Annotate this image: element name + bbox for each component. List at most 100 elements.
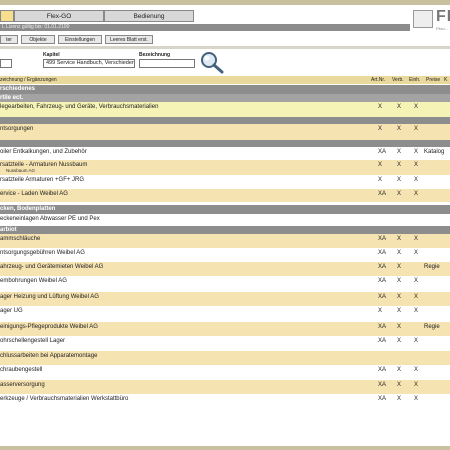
table-row[interactable]: ager UG X X X xyxy=(0,306,450,322)
row-artnr: XA xyxy=(378,396,387,402)
table-row[interactable]: ervice - Laden Weibel AG XA X X xyxy=(0,189,450,202)
row-verb: X xyxy=(397,104,402,110)
row-einh: X xyxy=(414,126,419,132)
table-row[interactable]: ntsorgungen X X X xyxy=(0,124,450,140)
row-einh: X xyxy=(414,236,419,242)
row-artnr: XA xyxy=(378,324,387,330)
row-description: ntsorgungen xyxy=(0,126,34,132)
row-verb: X xyxy=(397,250,402,256)
row-verb: X xyxy=(397,278,402,284)
row-artnr: X xyxy=(378,126,383,132)
tab-flex-go[interactable]: Flex-GO xyxy=(14,10,104,22)
row-description: chraubengestell xyxy=(0,367,43,373)
license-bar: L Lizenz gültig bis: 01.01.2100 xyxy=(0,24,410,31)
row-description: erkzeuge / Verbrauchsmaterialien Werksta… xyxy=(0,396,129,402)
row-artnr: XA xyxy=(378,149,387,155)
kapitel-label: Kapitel xyxy=(43,52,60,58)
bottom-border xyxy=(0,446,450,450)
row-verb: X xyxy=(397,191,402,197)
einstellungen-button[interactable]: Einstellungen xyxy=(58,35,102,44)
row-description: ahrzeug- und Gerätemieten Weibel AG xyxy=(0,264,104,270)
search-icon[interactable] xyxy=(199,50,225,74)
table-row[interactable]: rsatzteile - Armaturen Nussbaum Nussbaum … xyxy=(0,160,450,175)
col-einh[interactable]: Einh. xyxy=(409,77,420,83)
row-artnr: X xyxy=(378,177,383,183)
row-verb: X xyxy=(397,126,402,132)
row-description: cken, Bodenplatten xyxy=(0,206,56,212)
row-description: eckeneinlagen Abwasser PE und Pex xyxy=(0,216,100,222)
row-verb: X xyxy=(397,162,402,168)
row-artnr: XA xyxy=(378,191,387,197)
row-description: einigungs-Pflegeprodukte Weibel AG xyxy=(0,324,98,330)
row-einh: X xyxy=(414,308,419,314)
col-bezeichnung[interactable]: zeichnung / Ergänzungen xyxy=(0,77,57,83)
table-row[interactable]: ntsorgungsgebühren Weibel AG XA X X xyxy=(0,248,450,262)
col-artnr[interactable]: Art.Nr. xyxy=(371,77,385,83)
subbar-divider xyxy=(0,46,450,49)
first-filter-input[interactable] xyxy=(0,59,12,68)
row-verb: X xyxy=(397,324,402,330)
row-artnr: XA xyxy=(378,294,387,300)
row-artnr: XA xyxy=(378,382,387,388)
row-artnr: XA xyxy=(378,236,387,242)
row-einh: X xyxy=(414,177,419,183)
table-row[interactable]: erkzeuge / Verbrauchsmaterialien Werksta… xyxy=(0,394,450,410)
row-description: legearbeiten, Fahrzeug- und Geräte, Verb… xyxy=(0,104,159,110)
table-row[interactable]: ammschläuche XA X X xyxy=(0,234,450,248)
group-header-row: cken, Bodenplatten xyxy=(0,205,450,214)
row-description: ammschläuche xyxy=(0,236,41,242)
row-einh: X xyxy=(414,149,419,155)
row-verb: X xyxy=(397,382,402,388)
table-row[interactable]: oiler Entkalkungen, und Zubehör XA X X Katal… xyxy=(0,147,450,160)
leeres-blatt-button[interactable]: Leeres Blatt erst. xyxy=(105,35,153,44)
row-artnr: X xyxy=(378,162,383,168)
group-header-row: arbiot xyxy=(0,226,450,234)
tab-bedienung[interactable]: Bedienung xyxy=(104,10,194,22)
row-einh: X xyxy=(414,191,419,197)
data-table: rschiedenes rtile ect. legearbeiten, Fahrz… xyxy=(0,85,450,410)
row-description: ager Heizung und Lüftung Weibel AG xyxy=(0,294,99,300)
table-row[interactable]: chlussarbeiten bei Apparatemontage xyxy=(0,351,450,365)
table-row[interactable]: ahrzeug- und Gerätemieten Weibel AG XA X Re… xyxy=(0,262,450,276)
table-row[interactable]: rsatzteile Armaturen +GF+ JRG X X X xyxy=(0,175,450,189)
row-preis: Regie xyxy=(424,324,440,330)
table-row[interactable]: legearbeiten, Fahrzeug- und Geräte, Verb… xyxy=(0,102,450,117)
row-einh: X xyxy=(414,382,419,388)
sub-button-first[interactable]: ter xyxy=(0,35,18,44)
table-row[interactable]: ohrschellengestell Lager XA X X xyxy=(0,336,450,351)
table-row[interactable]: einigungs-Pflegeprodukte Weibel AG XA X Reg… xyxy=(0,322,450,336)
table-row[interactable]: embohrungen Weibel AG XA X X xyxy=(0,276,450,292)
row-note: Nussbaum AG xyxy=(6,168,36,173)
main-tabs: Flex-GO Bedienung xyxy=(0,10,194,22)
kapitel-input[interactable]: 499 Service Handbuch, Verschiedenes xyxy=(43,59,135,68)
bezeichnung-label: Bezeichnung xyxy=(139,52,171,58)
row-description: rschiedenes xyxy=(0,86,36,92)
row-preis: Katalog xyxy=(424,149,445,155)
top-border xyxy=(0,0,450,5)
row-description: rtile ect. xyxy=(0,95,24,101)
table-row[interactable]: eckeneinlagen Abwasser PE und Pex xyxy=(0,214,450,226)
table-row[interactable]: asserversorgung XA X X xyxy=(0,380,450,394)
objekte-button[interactable]: Objekte xyxy=(21,35,55,44)
col-verb[interactable]: Verb. xyxy=(392,77,404,83)
row-artnr: X xyxy=(378,104,383,110)
row-artnr: XA xyxy=(378,338,387,344)
row-verb: X xyxy=(397,338,402,344)
row-description: ntsorgungsgebühren Weibel AG xyxy=(0,250,85,256)
col-k[interactable]: K xyxy=(444,77,447,83)
group-header-row: rschiedenes xyxy=(0,85,450,94)
row-einh: X xyxy=(414,396,419,402)
row-artnr: XA xyxy=(378,278,387,284)
tab-active[interactable] xyxy=(0,10,14,22)
row-description: ervice - Laden Weibel AG xyxy=(0,191,68,197)
table-row[interactable]: ager Heizung und Lüftung Weibel AG XA X X xyxy=(0,292,450,306)
col-preise[interactable]: Preise xyxy=(426,77,440,83)
row-verb: X xyxy=(397,294,402,300)
bezeichnung-input[interactable] xyxy=(139,59,195,68)
table-row[interactable]: chraubengestell XA X X xyxy=(0,365,450,380)
row-artnr: X xyxy=(378,308,383,314)
row-verb: X xyxy=(397,308,402,314)
row-verb: X xyxy=(397,149,402,155)
row-verb: X xyxy=(397,396,402,402)
logo-icon xyxy=(413,10,433,28)
